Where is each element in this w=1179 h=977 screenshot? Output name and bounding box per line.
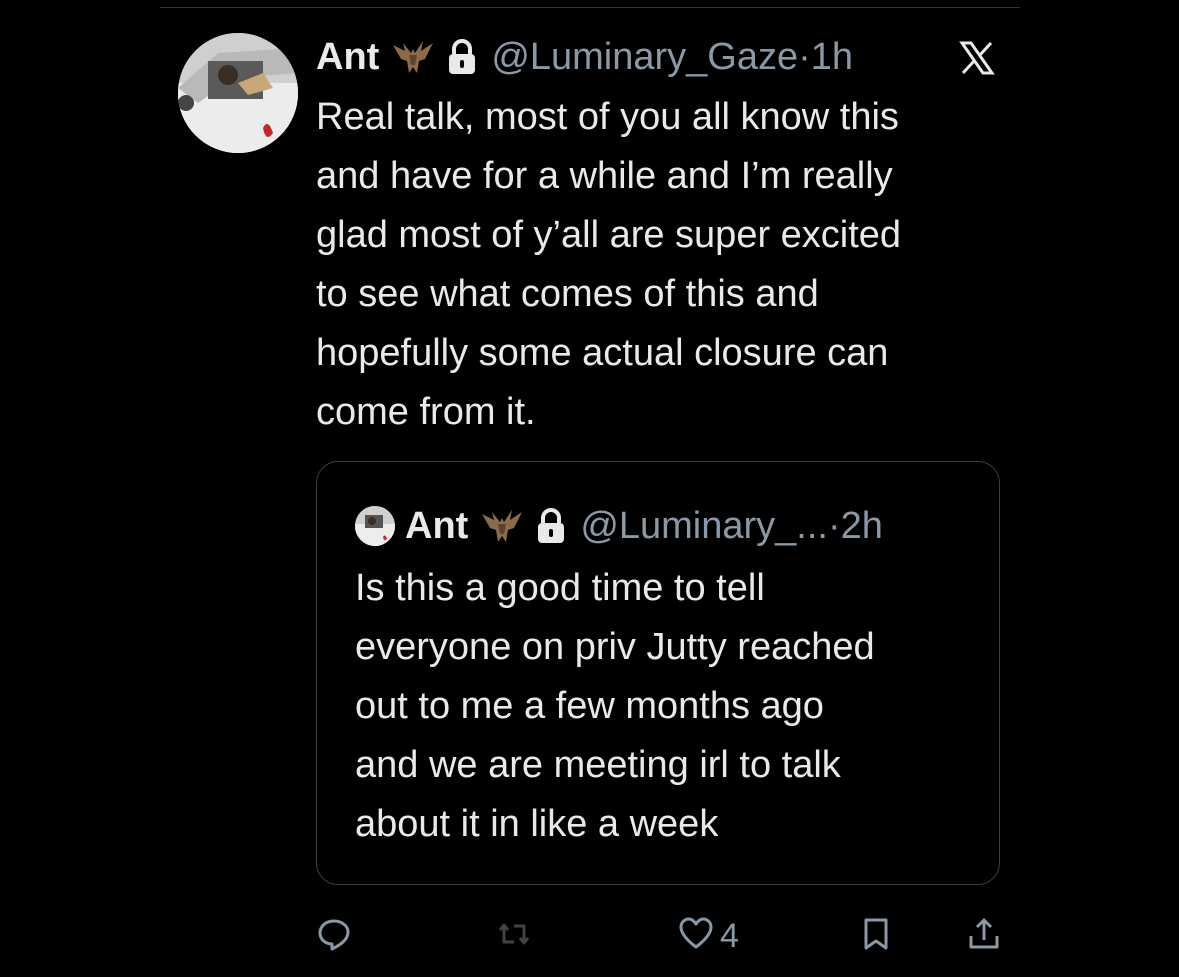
author-avatar[interactable] [178,33,298,153]
quoted-tweet-header: Ant @Luminary_... ·2h [355,502,883,550]
quoted-author-handle: @Luminary_... [580,505,828,547]
quoted-author-avatar [355,506,395,546]
quoted-tweet-card[interactable]: Ant @Luminary_... ·2h Is this a good tim… [316,461,1000,885]
like-count: 4 [720,916,739,955]
top-divider [160,7,1020,8]
quoted-tweet-text: Is this a good time to tell everyone on … [355,567,875,845]
quoted-tweet-time: ·2h [827,505,883,547]
bookmark-button[interactable] [858,912,894,960]
quoted-author-name: Ant [405,505,469,547]
retweet-icon [496,916,532,957]
x-logo-icon [957,38,997,78]
lock-icon [534,506,568,546]
reply-icon [316,916,352,957]
bookmark-icon [858,916,894,957]
lock-icon [445,37,479,77]
like-button[interactable]: 4 [678,912,739,960]
heart-icon [678,916,714,957]
tweet-text: Real talk, most of you all know this and… [316,96,902,433]
share-icon [966,916,1002,957]
retweet-button[interactable] [496,912,532,960]
bat-emoji-icon [391,37,435,77]
tweet-header: Ant @Luminary_Gaze ·1h [316,33,853,81]
author-handle[interactable]: @Luminary_Gaze [491,33,798,81]
action-bar: 4 [316,912,1006,962]
tweet-time[interactable]: ·1h [798,33,853,81]
bat-emoji-icon [480,506,524,546]
reply-button[interactable] [316,912,352,960]
author-name[interactable]: Ant [316,33,379,81]
share-button[interactable] [966,912,1002,960]
